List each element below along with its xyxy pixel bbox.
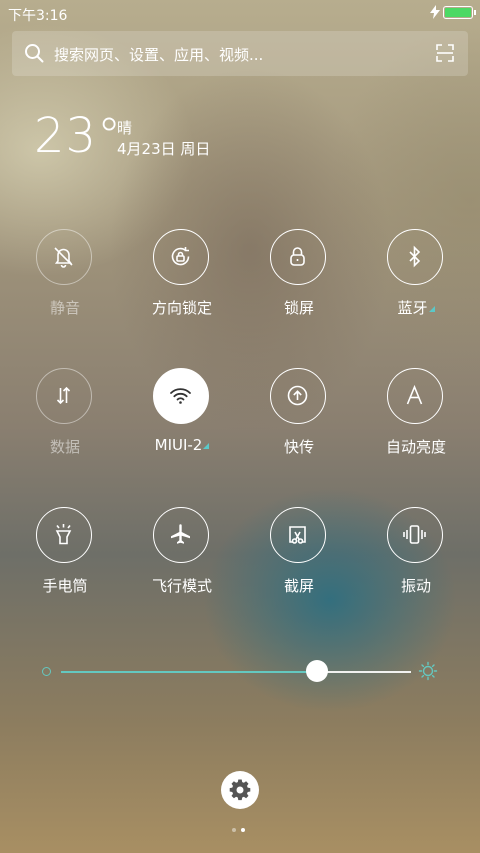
toggle-screenshot[interactable]: 截屏	[249, 507, 349, 607]
search-icon	[25, 44, 44, 63]
battery-icon	[443, 6, 476, 19]
mute-bell-icon	[54, 247, 73, 268]
toggle-label: MIUI-2	[154, 436, 203, 454]
toggle-label: 静音	[49, 299, 80, 317]
screenshot-icon	[289, 526, 306, 544]
toggle-screenshot-circle[interactable]	[270, 507, 326, 563]
lock-icon	[290, 247, 305, 266]
search-bar[interactable]: 搜索网页、设置、应用、视频...	[12, 31, 468, 76]
status-bar: 下午3:16	[0, 0, 480, 26]
toggle-vibrate[interactable]: 振动	[366, 507, 466, 607]
toggle-wifi[interactable]: MIUI-2	[132, 368, 232, 468]
toggle-label-wrap: 蓝牙	[366, 297, 466, 318]
toggle-label: 数据	[49, 438, 80, 456]
mobile-data-icon	[56, 386, 71, 405]
toggle-label: 飞行模式	[151, 577, 212, 595]
wifi-icon	[170, 388, 191, 404]
bluetooth-icon	[409, 245, 421, 268]
toggle-mobile-data-circle[interactable]	[36, 368, 92, 424]
scan-icon[interactable]	[436, 44, 454, 62]
toggle-mute[interactable]: 静音	[15, 229, 115, 329]
gear-icon	[229, 779, 251, 801]
flashlight-icon	[55, 524, 72, 545]
brightness-slider[interactable]	[40, 656, 440, 686]
toggle-flashlight[interactable]: 手电筒	[15, 507, 115, 607]
page-dot	[232, 828, 236, 832]
toggle-label: 蓝牙	[397, 299, 428, 317]
toggle-label: 振动	[400, 577, 431, 595]
toggle-label: 手电筒	[42, 577, 88, 595]
toggle-wifi-circle[interactable]	[153, 368, 209, 424]
toggle-mobile-data[interactable]: 数据	[15, 368, 115, 468]
toggle-vibrate-circle[interactable]	[387, 507, 443, 563]
toggle-auto-brightness-circle[interactable]	[387, 368, 443, 424]
weather-date: 4月23日 周日	[117, 140, 211, 158]
toggle-quick-transfer[interactable]: 快传	[249, 368, 349, 468]
battery-fill	[445, 8, 471, 17]
toggle-rotation-lock[interactable]: 方向锁定	[132, 229, 232, 329]
toggle-bluetooth[interactable]: 蓝牙	[366, 229, 466, 329]
battery-tip	[474, 10, 476, 15]
weather-condition: 晴	[117, 119, 133, 137]
charging-icon	[430, 5, 440, 19]
more-options-indicator	[428, 306, 435, 312]
toggle-lock-screen-circle[interactable]	[270, 229, 326, 285]
brightness-fill	[61, 671, 317, 673]
toggle-quick-transfer-circle[interactable]	[270, 368, 326, 424]
toggle-airplane-mode[interactable]: 飞行模式	[132, 507, 232, 607]
toggle-label: 快传	[283, 438, 314, 456]
more-options-indicator	[203, 443, 210, 449]
vibrate-icon	[403, 525, 426, 544]
settings-button[interactable]	[221, 771, 259, 809]
toggle-bluetooth-circle[interactable]	[387, 229, 443, 285]
auto-brightness-icon	[406, 384, 423, 405]
temperature: 23°	[34, 108, 123, 164]
toggle-label: 截屏	[283, 577, 314, 595]
toggle-label: 自动亮度	[385, 438, 446, 456]
page-dot-active	[241, 828, 245, 832]
quick-transfer-icon	[287, 385, 308, 406]
brightness-low-icon	[42, 667, 51, 676]
status-time: 下午3:16	[8, 8, 68, 24]
toggle-mute-circle[interactable]	[36, 229, 92, 285]
toggle-label-wrap: MIUI-2	[132, 436, 232, 454]
toggle-label: 锁屏	[283, 299, 314, 317]
toggle-auto-brightness[interactable]: 自动亮度	[366, 368, 466, 468]
toggle-lock-screen[interactable]: 锁屏	[249, 229, 349, 329]
search-input[interactable]: 搜索网页、设置、应用、视频...	[54, 44, 263, 65]
toggle-flashlight-circle[interactable]	[36, 507, 92, 563]
brightness-track[interactable]	[61, 671, 411, 673]
brightness-thumb[interactable]	[305, 660, 328, 682]
toggle-rotation-lock-circle[interactable]	[153, 229, 209, 285]
toggle-label: 方向锁定	[151, 299, 212, 317]
rotation-lock-icon	[171, 247, 190, 266]
brightness-high-icon	[418, 661, 438, 681]
page-indicator	[232, 828, 248, 834]
toggle-airplane-mode-circle[interactable]	[153, 507, 209, 563]
airplane-icon	[171, 524, 190, 544]
